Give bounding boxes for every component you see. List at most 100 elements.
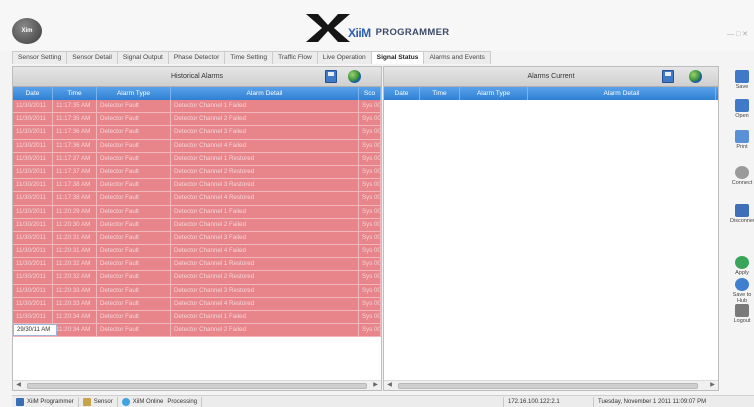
table-cell: 11/30/2011 (13, 192, 53, 205)
table-cell: 11:20:33 AM (53, 297, 97, 310)
table-cell: Detector Channel 1 Restored (171, 258, 359, 271)
tab-time-setting[interactable]: Time Setting (224, 51, 274, 64)
table-row[interactable]: 11/30/2011 11:20:33 AM Detector Fault Detec… (13, 284, 381, 298)
table-cell: 11/30/2011 (13, 205, 53, 218)
table-row[interactable]: 11/30/2011 11:20:31 AM Detector Fault Detec… (13, 245, 381, 259)
table-cell: 11/30/2011 (13, 218, 53, 231)
table-cell: Detector Fault (97, 139, 171, 152)
table-row[interactable]: 11/30/2011 11:17:36 AM Detector Fault Detec… (13, 126, 381, 140)
hub-icon (735, 278, 749, 291)
save-icon[interactable] (325, 70, 337, 83)
current-alarms-header: Date Time Alarm Type Alarm Detail (384, 87, 718, 100)
sidebar-item-connect[interactable]: Connect (730, 166, 754, 186)
scroll-thumb[interactable] (398, 383, 698, 389)
table-cell: 11/30/2011 (13, 311, 53, 324)
sidebar-item-save[interactable]: Save (730, 70, 754, 90)
table-cell: Detector Channel 3 Failed (171, 231, 359, 245)
historical-alarms-title: Historical Alarms (170, 73, 224, 80)
sidebar-item-disconnect[interactable]: Disconnect (730, 204, 754, 224)
connection-icon (121, 397, 130, 406)
table-cell: Detector Fault (97, 113, 171, 126)
table-cell: Detector Channel 2 Failed (171, 324, 359, 337)
tab-alarms-and-events[interactable]: Alarms and Events (423, 51, 491, 64)
sidebar-item-open[interactable]: Open (730, 99, 754, 119)
table-row[interactable]: 11/30/2011 11:17:35 AM Detector Fault Detec… (13, 113, 381, 127)
table-row[interactable]: 11/30/2011 11:17:38 AM Detector Fault Detec… (13, 192, 381, 206)
app-menu-button[interactable]: Xim (12, 18, 42, 44)
table-cell: Detector Channel 2 Failed (171, 218, 359, 231)
table-cell: Detector Fault (97, 165, 171, 179)
table-row[interactable]: 11/30/2011 11:17:37 AM Detector Fault Detec… (13, 165, 381, 180)
left-horizontal-scrollbar[interactable]: ◀ ▶ (13, 380, 381, 390)
tab-phase-detector[interactable]: Phase Detector (167, 51, 226, 64)
table-row[interactable]: 11/30/2011 11:17:36 AM Detector Fault Detec… (13, 139, 381, 153)
scroll-right-arrow-icon[interactable]: ▶ (371, 381, 380, 390)
brand-logo: XiiM PROGRAMMER (306, 14, 449, 42)
tab-signal-status[interactable]: Signal Status (370, 51, 425, 64)
brand-x-icon (306, 14, 350, 42)
column-header-sco[interactable]: Sco (359, 87, 381, 100)
table-cell: Detector Fault (97, 297, 171, 310)
tab-signal-output[interactable]: Signal Output (116, 51, 169, 64)
column-header-alarm-type[interactable]: Alarm Type (460, 87, 528, 100)
table-cell: 11:20:31 AM (53, 231, 97, 245)
sidebar-item-apply[interactable]: Apply (730, 256, 754, 276)
table-cell: 11/30/2011 (13, 113, 53, 126)
sidebar-item-label: Save to Hub (732, 292, 752, 304)
sidebar-item-label: Disconnect (730, 218, 754, 224)
table-row[interactable]: 11/30/2011 11:20:33 AM Detector Fault Detec… (13, 297, 381, 311)
scroll-left-arrow-icon[interactable]: ◀ (385, 381, 394, 390)
user-icon (82, 397, 91, 406)
table-row[interactable]: 11/30/2011 11:20:29 AM Detector Fault Detec… (13, 205, 381, 219)
globe-icon[interactable] (689, 70, 702, 83)
table-cell: Sys 007 (359, 258, 381, 271)
tab-traffic-flow[interactable]: Traffic Flow (272, 51, 318, 64)
table-cell: Sys 007 (359, 324, 381, 337)
scroll-left-arrow-icon[interactable]: ◀ (14, 381, 23, 390)
tab-live-operation[interactable]: Live Operation (316, 51, 372, 64)
disconnect-icon (735, 204, 749, 217)
sidebar-item-logout[interactable]: Logout (730, 304, 754, 324)
scroll-right-arrow-icon[interactable]: ▶ (708, 381, 717, 390)
sidebar-item-save-to-hub[interactable]: Save to Hub (730, 278, 754, 304)
tab-sensor-detail[interactable]: Sensor Detail (66, 51, 118, 64)
table-row[interactable]: 11/30/2011 11:17:37 AM Detector Fault Detec… (13, 152, 381, 166)
row-tooltip: 29/30/11 AM (13, 324, 57, 336)
table-row[interactable]: 11/30/201111:20:34 AMDetector FaultDetec… (13, 324, 381, 338)
table-cell: Detector Fault (97, 218, 171, 231)
table-cell: Sys 007 (359, 165, 381, 179)
table-cell: Sys 007 (359, 297, 381, 310)
column-header-alarm-detail[interactable]: Alarm Detail (528, 87, 716, 100)
column-header-alarm-type[interactable]: Alarm Type (97, 87, 171, 100)
table-row[interactable]: 11/30/2011 11:20:31 AM Detector Fault Detec… (13, 231, 381, 246)
window-controls[interactable]: — □ ✕ (727, 30, 748, 38)
column-header-time[interactable]: Time (420, 87, 460, 100)
table-row[interactable]: 11/30/2011 11:20:30 AM Detector Fault Detec… (13, 218, 381, 232)
tab-sensor-setting[interactable]: Sensor Setting (12, 51, 68, 64)
table-cell: 11:17:38 AM (53, 192, 97, 205)
historical-alarms-title-bar: Historical Alarms (13, 67, 381, 87)
table-cell: Sys 007 (359, 113, 381, 126)
column-header-date[interactable]: Date (13, 87, 53, 100)
column-header-time[interactable]: Time (53, 87, 97, 100)
app-header: Xim XiiM PROGRAMMER — □ ✕ (0, 0, 754, 50)
globe-icon[interactable] (348, 70, 361, 83)
table-cell: 11/30/2011 (13, 284, 53, 297)
column-header-date[interactable]: Date (384, 87, 420, 100)
table-cell: 11/30/2011 (13, 100, 53, 113)
table-cell: Sys 007 (359, 126, 381, 139)
save-icon[interactable] (662, 70, 674, 83)
table-cell: Sys 007 (359, 284, 381, 297)
table-cell: 11:20:32 AM (53, 271, 97, 284)
current-alarms-panel: Alarms Current Date Time Alarm Type Alarm D… (383, 66, 719, 391)
table-row[interactable]: 11/30/2011 11:20:32 AM Detector Fault Detec… (13, 271, 381, 285)
scroll-thumb[interactable] (27, 383, 367, 389)
column-header-alarm-detail[interactable]: Alarm Detail (171, 87, 359, 100)
table-row[interactable]: 11/30/2011 11:17:38 AM Detector Fault Detec… (13, 179, 381, 193)
sidebar-item-print[interactable]: Print (730, 130, 754, 150)
right-horizontal-scrollbar[interactable]: ◀ ▶ (384, 380, 718, 390)
table-row[interactable]: 11/30/201111:20:34 AMDetector FaultDetec… (13, 311, 381, 325)
table-row[interactable]: 11/30/2011 11:20:32 AM Detector Fault Detec… (13, 258, 381, 272)
table-row[interactable]: 11/30/2011 11:17:35 AM Detector Fault Detec… (13, 100, 381, 114)
table-cell: 11:17:38 AM (53, 179, 97, 192)
